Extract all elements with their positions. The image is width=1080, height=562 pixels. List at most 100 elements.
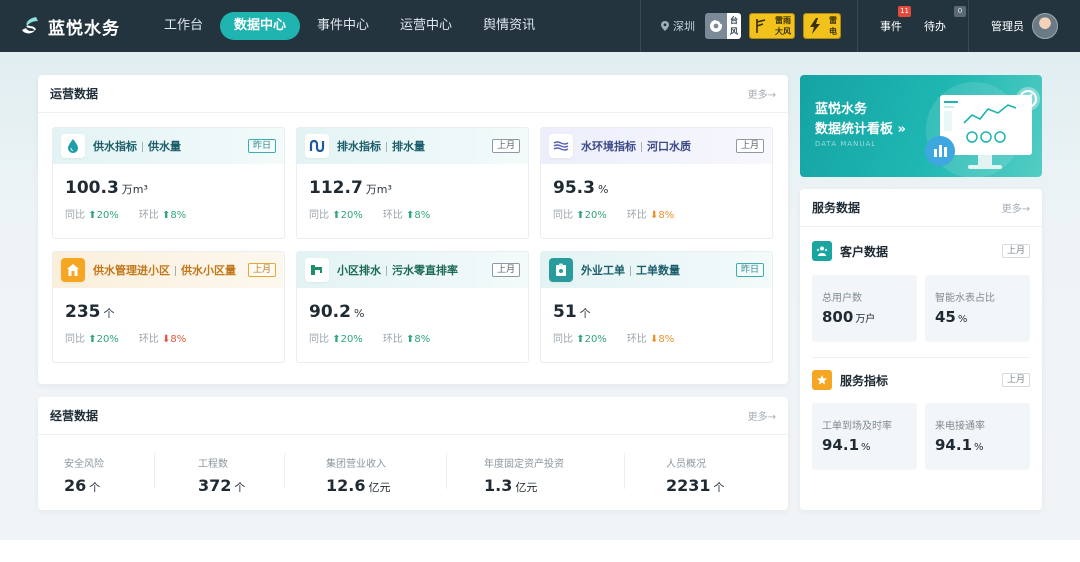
stat-smart-meter-ratio[interactable]: 智能水表占比 45%	[925, 275, 1030, 342]
metric-card-header: 排水指标 排水量 上月	[297, 128, 528, 164]
metric-card-field-orders[interactable]: 外业工单 工单数量 昨日 51 个 同比 ⬆20% 环比 ⬇8%	[540, 251, 773, 363]
divider	[624, 453, 625, 489]
main-menu: 工作台 数据中心 事件中心 运营中心 舆情资讯	[150, 12, 552, 40]
period-tag: 昨日	[735, 263, 764, 277]
data-dashboard-banner[interactable]: 蓝悦水务 数据统计看板 » DATA MANUAL	[800, 75, 1042, 177]
metric-title: 水环境指标 河口水质	[581, 140, 691, 153]
operations-header: 运营数据 更多→	[38, 75, 788, 113]
lightning-alert[interactable]: 雷电	[803, 13, 841, 39]
metric-card-community-drainage[interactable]: 小区排水 污水零直排率 上月 90.2% 同比 ⬆20% 环比 ⬆8%	[296, 251, 529, 363]
nav-public-opinion[interactable]: 舆情资讯	[469, 12, 549, 40]
nav-operation-center[interactable]: 运营中心	[386, 12, 466, 40]
service-more-link[interactable]: 更多→	[1002, 200, 1030, 215]
metric-title: 外业工单 工单数量	[581, 264, 680, 277]
biz-revenue[interactable]: 集团营业收入 12.6 亿元	[326, 455, 390, 495]
metric-trend: 同比 ⬆20% 环比 ⬆8%	[309, 334, 431, 345]
brand-logo-icon	[22, 17, 38, 34]
metric-card-water-supply[interactable]: 供水指标 供水量 昨日 100.3 万m³ 同比 ⬆20% 环比 ⬆8%	[52, 127, 285, 239]
metric-title: 小区排水 污水零直排率	[337, 264, 458, 277]
user-menu[interactable]: 管理员	[969, 13, 1080, 39]
divider	[154, 453, 155, 489]
banner-subtitle: 数据统计看板 »	[815, 122, 906, 137]
divider	[284, 453, 285, 489]
top-nav: 蓝悦水务 工作台 数据中心 事件中心 运营中心 舆情资讯 深圳 台风 雷雨 大风…	[0, 0, 1080, 52]
period-tag: 上月	[735, 139, 764, 153]
metric-value: 235 个	[65, 302, 115, 322]
location[interactable]: 深圳	[641, 18, 705, 34]
lightning-alert-text: 雷电	[826, 14, 840, 38]
service-panel: 服务数据 更多→ 客户数据 上月 总用户数 800 万户 智能水表占比 45% 服…	[800, 189, 1042, 510]
customers-icon	[812, 241, 832, 261]
brand-name: 蓝悦水务	[48, 18, 120, 39]
panel-title: 服务数据	[812, 201, 861, 215]
panel-title: 运营数据	[50, 87, 99, 101]
work-order-icon	[549, 258, 573, 282]
metric-value: 100.3 万m³	[65, 178, 148, 198]
metric-card-header: 水环境指标 河口水质 上月	[541, 128, 772, 164]
metric-trend: 同比 ⬆20% 环比 ⬇8%	[553, 210, 675, 221]
business-more-link[interactable]: 更多→	[748, 408, 776, 423]
brand[interactable]: 蓝悦水务	[0, 14, 150, 39]
house-icon	[61, 258, 85, 282]
lightning-icon	[804, 14, 826, 38]
location-pin-icon	[661, 21, 669, 31]
operations-panel: 运营数据 更多→ 供水指标 供水量 昨日 100.3 万m³ 同比 ⬆20% 环比 ⬆…	[38, 75, 788, 384]
biz-staff[interactable]: 人员概况 2231 个	[666, 455, 725, 495]
nav-data-center[interactable]: 数据中心	[220, 12, 301, 40]
typhoon-alert[interactable]: 台风	[705, 13, 741, 39]
metric-title: 供水管理进小区 供水小区量	[93, 264, 236, 277]
metric-trend: 同比 ⬆20% 环比 ⬆8%	[65, 210, 187, 221]
nav-event-center[interactable]: 事件中心	[303, 12, 383, 40]
events-button[interactable]: 事件 11	[858, 6, 913, 34]
banner-title: 蓝悦水务	[815, 102, 868, 117]
metric-card-header: 供水指标 供水量 昨日	[53, 128, 284, 164]
service-indicator-header: 服务指标 上月	[812, 370, 1030, 390]
events-label: 事件	[880, 20, 902, 33]
water-drop-icon	[61, 134, 85, 158]
stat-total-users[interactable]: 总用户数 800 万户	[812, 275, 917, 342]
operations-more-link[interactable]: 更多→	[748, 86, 776, 101]
metric-card-water-environment[interactable]: 水环境指标 河口水质 上月 95.3% 同比 ⬆20% 环比 ⬇8%	[540, 127, 773, 239]
nav-right: 深圳 台风 雷雨 大风 雷电 事件 11 待办 0 管理员	[640, 0, 1080, 52]
monitor-illustration-icon	[925, 82, 1040, 177]
thunderstorm-wind-alert[interactable]: 雷雨 大风	[749, 13, 795, 39]
period-tag: 昨日	[247, 139, 276, 153]
metric-card-header: 外业工单 工单数量 昨日	[541, 252, 772, 288]
rain-wind-icon	[750, 14, 772, 38]
metric-card-drainage[interactable]: 排水指标 排水量 上月 112.7 万m³ 同比 ⬆20% 环比 ⬆8%	[296, 127, 529, 239]
metric-trend: 同比 ⬆20% 环比 ⬇8%	[65, 334, 187, 345]
stat-order-arrival-rate[interactable]: 工单到场及时率 94.1%	[812, 403, 917, 470]
metric-trend: 同比 ⬆20% 环比 ⬆8%	[309, 210, 431, 221]
metric-card-community-supply[interactable]: 供水管理进小区 供水小区量 上月 235 个 同比 ⬆20% 环比 ⬇8%	[52, 251, 285, 363]
typhoon-icon	[705, 13, 727, 39]
section-title: 客户数据	[840, 244, 889, 259]
drain-pipe-icon	[305, 134, 329, 158]
business-panel: 经营数据 更多→ 安全风险 26 个 工程数 372 个 集团营业收入 12.6 亿元…	[38, 397, 788, 510]
period-tag: 上月	[1001, 373, 1030, 387]
metric-card-header: 小区排水 污水零直排率 上月	[297, 252, 528, 288]
stat-call-connection-rate[interactable]: 来电接通率 94.1%	[925, 403, 1030, 470]
avatar[interactable]	[1032, 13, 1058, 39]
biz-fixed-asset-investment[interactable]: 年度固定资产投资 1.3 亿元	[484, 455, 564, 495]
nav-workbench[interactable]: 工作台	[150, 12, 217, 40]
biz-safety-risk[interactable]: 安全风险 26 个	[64, 455, 104, 495]
events-count-badge: 11	[898, 6, 911, 17]
business-header: 经营数据 更多→	[38, 397, 788, 435]
metric-value: 95.3%	[553, 178, 609, 198]
metric-value: 112.7 万m³	[309, 178, 392, 198]
typhoon-alert-text: 台风	[727, 13, 741, 39]
biz-projects[interactable]: 工程数 372 个	[198, 455, 245, 495]
divider	[446, 453, 447, 489]
period-tag: 上月	[1001, 244, 1030, 258]
todo-count-badge: 0	[954, 6, 966, 17]
todo-button[interactable]: 待办 0	[913, 6, 968, 34]
service-header: 服务数据 更多→	[800, 189, 1042, 227]
metric-title: 供水指标 供水量	[93, 140, 181, 153]
period-tag: 上月	[247, 263, 276, 277]
metric-title: 排水指标 排水量	[337, 140, 425, 153]
faucet-icon	[305, 258, 329, 282]
rain-wind-alert-text: 雷雨 大风	[772, 14, 794, 38]
banner-caption: DATA MANUAL	[815, 140, 877, 148]
star-badge-icon	[812, 370, 832, 390]
metric-card-header: 供水管理进小区 供水小区量 上月	[53, 252, 284, 288]
